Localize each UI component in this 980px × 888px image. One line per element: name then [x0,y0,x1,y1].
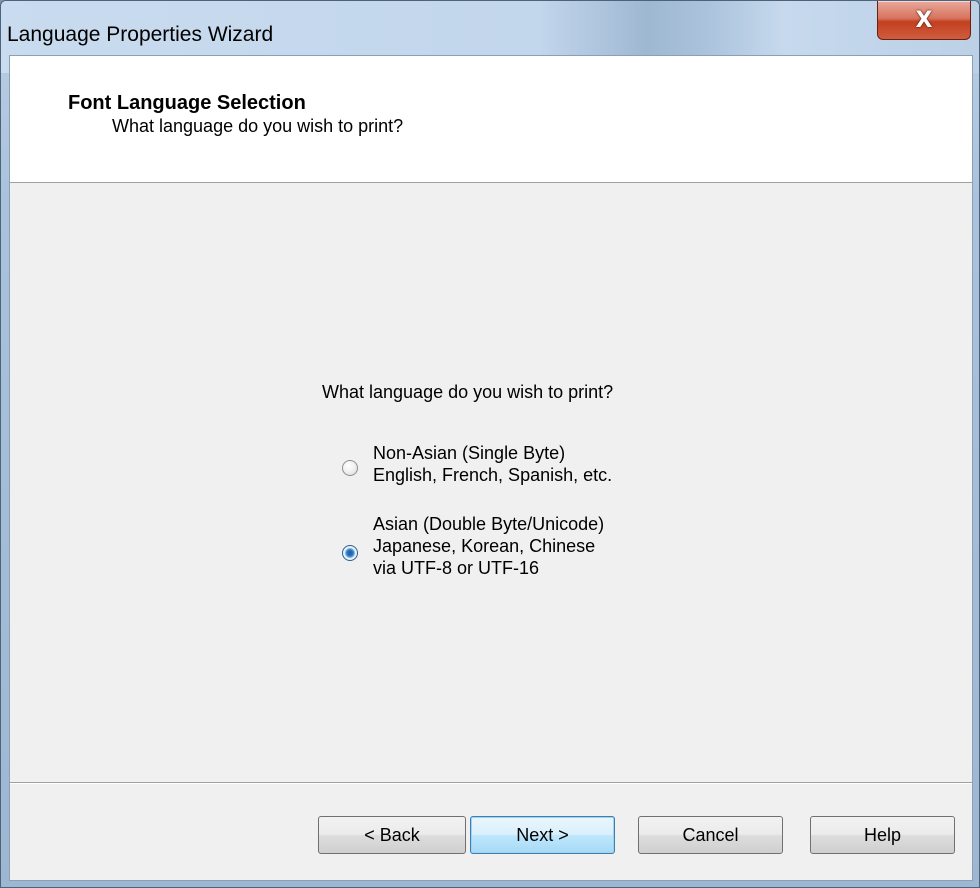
dialog-client-area: Font Language Selection What language do… [9,55,973,881]
wizard-window: Language Properties Wizard X Font Langua… [0,0,980,888]
language-question: What language do you wish to print? [322,382,614,402]
cancel-button[interactable]: Cancel [638,816,783,854]
option-line: Non-Asian (Single Byte) [373,443,566,463]
close-button[interactable]: X [877,1,971,40]
next-button[interactable]: Next > [470,816,615,854]
close-icon: X [915,7,933,33]
option-line: Asian (Double Byte/Unicode) [373,514,605,534]
option-asian-label[interactable]: Asian (Double Byte/Unicode) Japanese, Ko… [373,513,604,579]
option-non-asian-label[interactable]: Non-Asian (Single Byte) English, French,… [373,442,612,486]
page-subtitle: What language do you wish to print? [112,116,404,136]
window-title: Language Properties Wizard [7,23,274,46]
back-button[interactable]: < Back [318,816,466,854]
page-title: Font Language Selection [68,92,306,114]
radio-non-asian[interactable] [342,460,358,476]
wizard-header: Font Language Selection What language do… [10,56,972,183]
help-button[interactable]: Help [810,816,955,854]
radio-asian[interactable] [342,545,358,561]
option-line: Japanese, Korean, Chinese [373,536,596,556]
footer-divider [10,782,972,784]
option-line: via UTF-8 or UTF-16 [373,558,540,578]
option-line: English, French, Spanish, etc. [373,465,613,485]
